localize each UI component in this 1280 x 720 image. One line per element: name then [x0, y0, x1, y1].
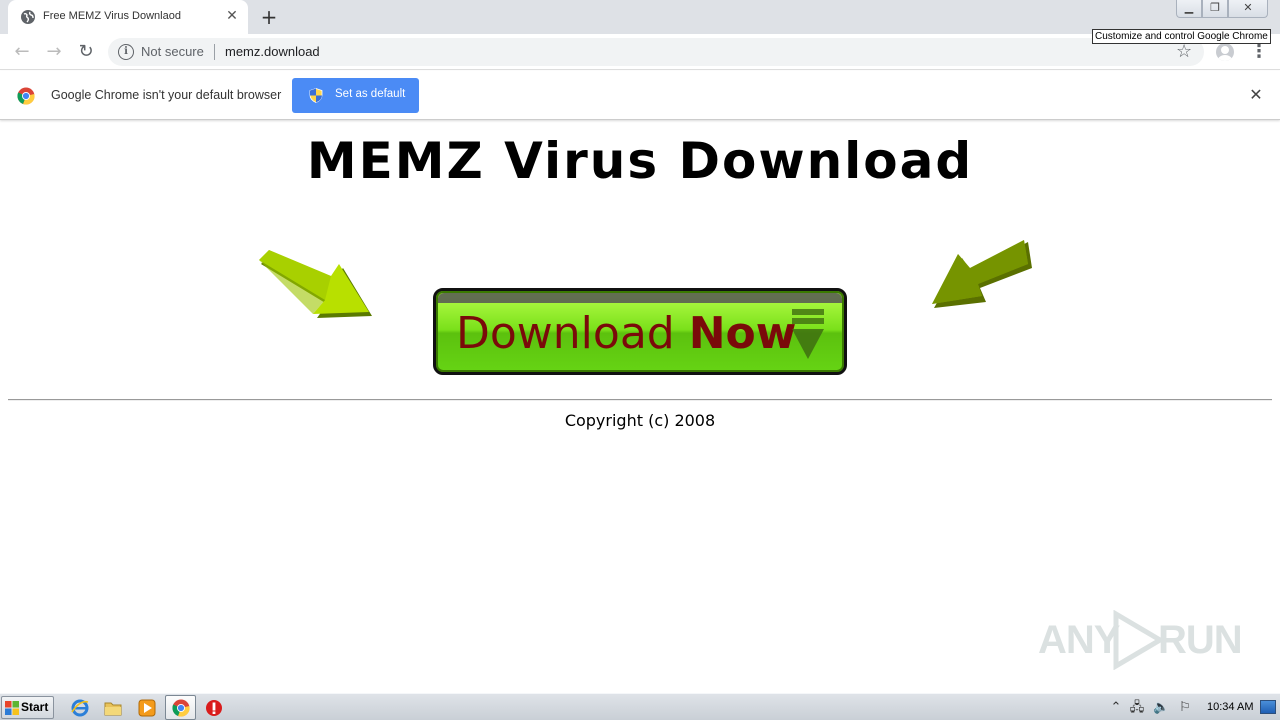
volume-icon[interactable]: 🔈	[1153, 700, 1169, 716]
url-text[interactable]: memz.download	[225, 44, 320, 59]
infobar-message: Google Chrome isn't your default browser	[51, 88, 282, 102]
security-label[interactable]: Not secure	[141, 44, 204, 59]
shield-icon	[309, 88, 323, 103]
address-bar[interactable]: i Not secure memz.download ☆	[108, 38, 1204, 66]
chrome-icon	[172, 699, 190, 717]
taskbar-chrome-button[interactable]	[165, 695, 196, 720]
restore-button[interactable]: ❐	[1202, 0, 1228, 18]
media-player-icon[interactable]	[137, 698, 157, 718]
windows-taskbar: Start ⌃ 🖧 🔈 ⚐ 10:34 AM	[0, 693, 1280, 720]
plus-icon[interactable]: +	[258, 6, 280, 28]
star-icon[interactable]: ☆	[1176, 41, 1192, 62]
windows-logo-icon	[5, 701, 19, 715]
page-title: MEMZ Virus Download	[306, 132, 974, 190]
start-button[interactable]: Start	[1, 696, 54, 719]
flag-icon[interactable]: ⚐	[1177, 700, 1193, 716]
forward-icon[interactable]: →	[42, 40, 66, 64]
window-controls: ▁ ❐ ✕	[1176, 0, 1268, 18]
show-desktop-button[interactable]	[1260, 700, 1276, 714]
reload-icon[interactable]: ↻	[74, 40, 98, 64]
stop-icon[interactable]	[204, 698, 224, 718]
arrow-icon	[259, 250, 372, 318]
globe-icon	[21, 10, 35, 24]
close-icon[interactable]: ✕	[1248, 86, 1264, 104]
horizontal-rule	[8, 399, 1272, 401]
clock[interactable]: 10:34 AM	[1207, 701, 1253, 713]
browser-tab[interactable]: Free MEMZ Virus Downlaod ✕	[8, 0, 248, 34]
start-label: Start	[21, 700, 49, 714]
minimize-button[interactable]: ▁	[1176, 0, 1202, 18]
folder-icon[interactable]	[103, 698, 123, 718]
title-bar: Free MEMZ Virus Downlaod ✕ + ▁ ❐ ✕	[0, 0, 1280, 34]
show-hidden-icons[interactable]: ⌃	[1108, 700, 1124, 716]
anyrun-watermark: ANY RUN	[1038, 608, 1243, 670]
browser-toolbar: ← → ↻ i Not secure memz.download ☆ ⋮	[0, 34, 1280, 70]
watermark-right: RUN	[1158, 618, 1243, 662]
close-window-button[interactable]: ✕	[1228, 0, 1268, 18]
set-as-default-button[interactable]: Set as default	[292, 78, 419, 113]
set-as-default-label: Set as default	[335, 88, 406, 100]
ie-icon[interactable]	[70, 698, 90, 718]
play-icon	[1113, 610, 1165, 670]
address-divider	[214, 44, 215, 60]
close-icon[interactable]: ✕	[224, 8, 240, 24]
copyright-text: Copyright (c) 2008	[564, 411, 716, 430]
download-arrow-icon	[792, 309, 824, 359]
tab-title: Free MEMZ Virus Downlaod	[43, 10, 181, 22]
tooltip: Customize and control Google Chrome	[1092, 29, 1271, 44]
download-label: Download Now	[456, 308, 797, 359]
default-browser-infobar: Google Chrome isn't your default browser…	[0, 71, 1280, 120]
network-icon[interactable]: 🖧	[1129, 700, 1145, 716]
profile-icon[interactable]	[1216, 43, 1234, 61]
download-now-button[interactable]: Download Now	[433, 288, 847, 375]
back-icon[interactable]: ←	[10, 40, 34, 64]
chrome-logo-icon	[17, 87, 35, 105]
arrow-icon	[932, 240, 1032, 308]
info-icon[interactable]: i	[118, 44, 134, 60]
